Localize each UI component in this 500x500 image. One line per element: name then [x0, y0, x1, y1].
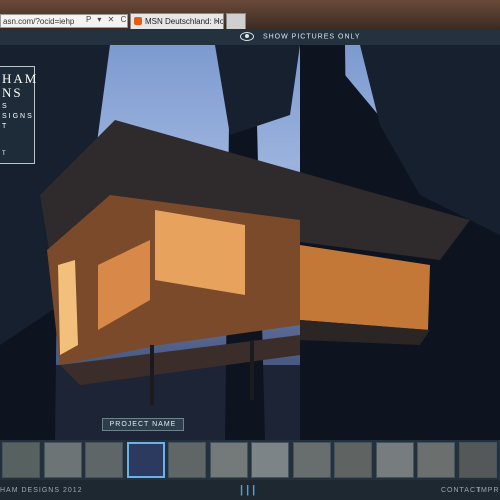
thumbnail-overlay	[86, 443, 122, 477]
tab-title: MSN Deutschland: Hotmail...	[145, 17, 224, 26]
logo-text-line2[interactable]: NS	[2, 85, 23, 101]
thumbnail[interactable]	[334, 442, 372, 478]
eye-icon	[240, 32, 254, 41]
thumbnail[interactable]	[43, 442, 82, 478]
thumbnail-active[interactable]	[126, 442, 165, 478]
thumbnail[interactable]	[2, 442, 40, 478]
browser-tab-msn[interactable]: MSN Deutschland: Hotmail... ×	[130, 13, 224, 29]
thumbnail-overlay	[252, 443, 288, 477]
hero-photo-treehouse	[0, 45, 500, 440]
thumbnail[interactable]	[251, 442, 289, 478]
browser-toolbar: asn.com/?ocid=iehp P ▾ ✕ C MSN Deutschla…	[0, 0, 500, 30]
thumbnail-overlay	[210, 443, 247, 477]
page-indicator-icon[interactable]: |||	[240, 484, 258, 496]
thumbnail-overlay	[376, 443, 413, 477]
thumbnail[interactable]	[168, 442, 206, 478]
menu-item[interactable]: T	[2, 151, 8, 157]
tab-close-icon[interactable]: ×	[215, 14, 220, 29]
thumbnail-overlay	[293, 443, 330, 477]
new-tab-button[interactable]	[226, 13, 246, 29]
imprint-link[interactable]: IMPR	[478, 487, 500, 494]
thumbnail-overlay	[459, 443, 496, 477]
logo-panel: HAM NS S SIGNS T T	[0, 66, 36, 164]
thumbnail[interactable]	[85, 442, 123, 478]
msn-favicon-icon	[134, 17, 142, 25]
show-pictures-only-button[interactable]: SHOW PICTURES ONLY	[240, 32, 361, 41]
thumbnail[interactable]	[292, 442, 331, 478]
contact-link[interactable]: CONTACT	[441, 487, 481, 494]
show-pictures-label: SHOW PICTURES ONLY	[262, 33, 361, 41]
thumbnail-overlay	[169, 443, 205, 477]
thumbnail-overlay	[418, 443, 454, 477]
menu-item[interactable]: S	[2, 103, 9, 110]
address-bar-icons[interactable]: P ▾ ✕ C	[86, 15, 128, 24]
menu-item[interactable]: T	[2, 123, 8, 130]
menu-item[interactable]: SIGNS	[2, 113, 34, 120]
copyright-text: HAM DESIGNS 2012	[0, 487, 83, 494]
treehouse-illustration	[0, 45, 500, 440]
thumbnail[interactable]	[375, 442, 414, 478]
thumbnail-overlay	[335, 443, 371, 477]
thumbnail[interactable]	[458, 442, 497, 478]
thumbnail-overlay	[44, 443, 81, 477]
project-name-label[interactable]: PROJECT NAME	[102, 418, 184, 431]
thumbnail-overlay	[3, 443, 39, 477]
thumbnail[interactable]	[417, 442, 455, 478]
thumbnail[interactable]	[209, 442, 248, 478]
